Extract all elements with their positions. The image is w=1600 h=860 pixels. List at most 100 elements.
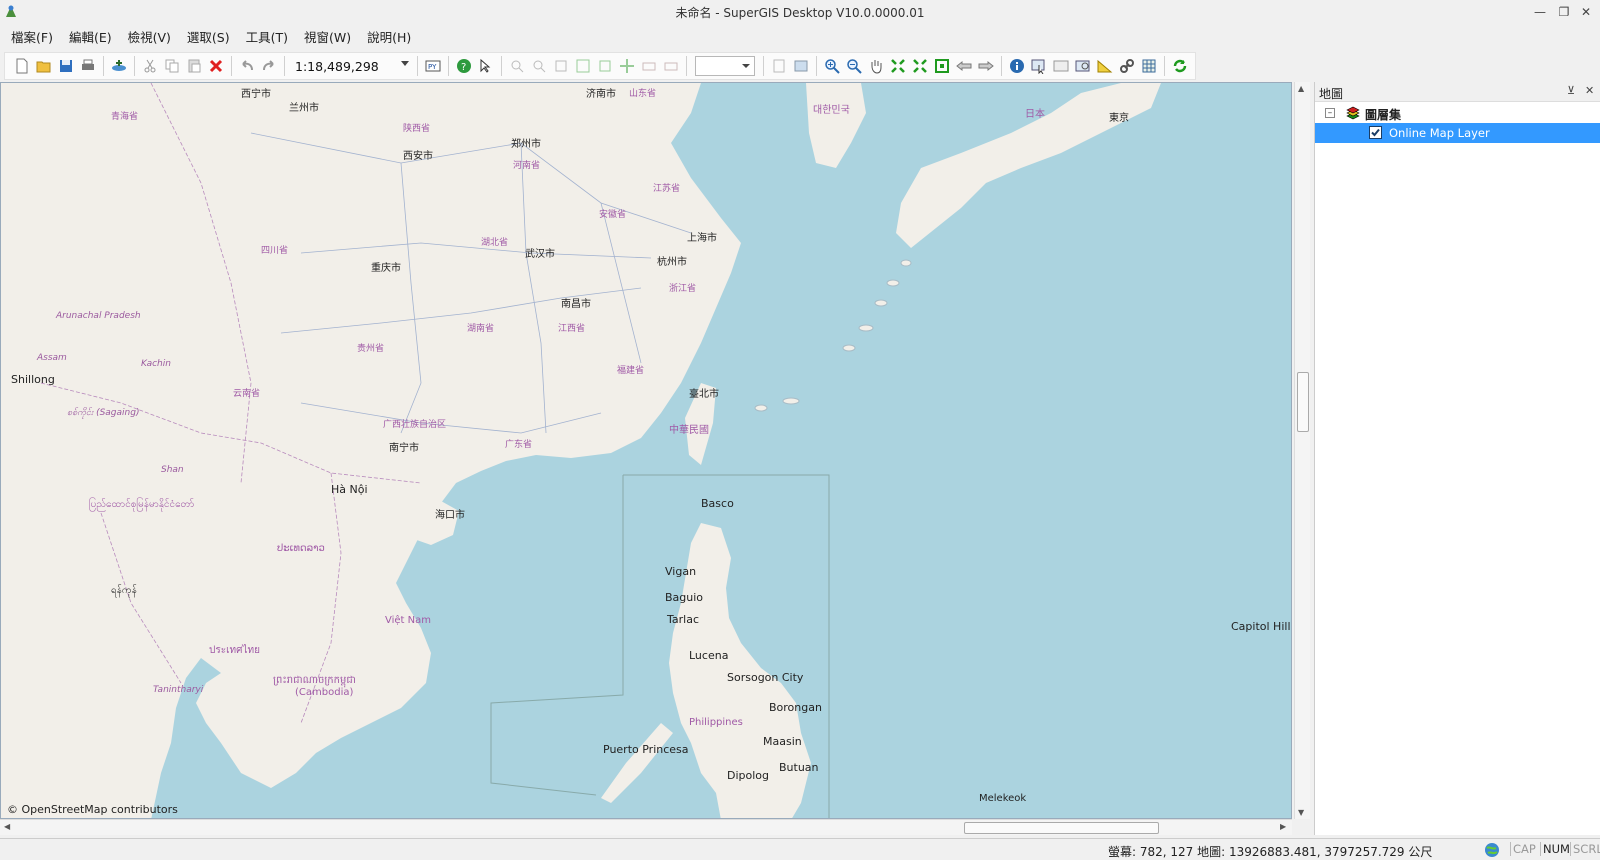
map-label-city: Maasin — [763, 735, 802, 748]
map-label-city: 西宁市 — [241, 89, 271, 100]
whats-this-button[interactable] — [475, 55, 497, 77]
close-panel-icon[interactable]: ✕ — [1585, 84, 1594, 97]
map-label-country: ព្រះរាជាណាចក្រកម្ពុជា — [273, 675, 356, 686]
fixed-zoom-out-button[interactable] — [528, 55, 550, 77]
python-button[interactable]: PY — [422, 55, 444, 77]
measure-button[interactable] — [1094, 55, 1116, 77]
layer-group-row[interactable]: – 圖層集 — [1315, 103, 1600, 123]
full-extent-disabled-button[interactable] — [594, 55, 616, 77]
help-button[interactable]: ? — [453, 55, 475, 77]
redo-button[interactable] — [258, 55, 280, 77]
zoom-to-selection-button[interactable] — [572, 55, 594, 77]
map-horizontal-scrollbar[interactable]: ◀ ▶ — [0, 819, 1292, 835]
map-label-country: ປະເທດລາວ — [277, 543, 325, 554]
previous-extent-button[interactable] — [953, 55, 975, 77]
pan-button[interactable] — [865, 55, 887, 77]
next-extent-button[interactable] — [975, 55, 997, 77]
cut-button[interactable] — [139, 55, 161, 77]
scroll-thumb[interactable] — [964, 822, 1159, 834]
ruler-icon — [1097, 59, 1113, 73]
layer-row-online-map[interactable]: Online Map Layer — [1315, 123, 1600, 143]
scroll-thumb[interactable] — [1297, 372, 1309, 432]
menu-tools[interactable]: 工具(T) — [241, 25, 293, 47]
chevron-down-icon — [742, 64, 750, 68]
link-button[interactable] — [1116, 55, 1138, 77]
zoom-in-button[interactable] — [821, 55, 843, 77]
hyperlink-button[interactable] — [1072, 55, 1094, 77]
collapse-icon[interactable]: – — [1325, 108, 1335, 118]
copy-button[interactable] — [161, 55, 183, 77]
undo-button[interactable] — [236, 55, 258, 77]
zoom-out-disabled-icon — [533, 60, 546, 73]
restore-icon[interactable]: ❐ — [1556, 4, 1572, 20]
next-extent-disabled-button[interactable] — [660, 55, 682, 77]
redo-icon — [263, 60, 274, 71]
chevron-down-icon — [401, 61, 409, 66]
layer-visibility-checkbox[interactable] — [1369, 126, 1382, 139]
minimize-icon[interactable]: — — [1532, 4, 1548, 20]
refresh-button[interactable] — [1169, 55, 1191, 77]
new-document-button[interactable] — [11, 55, 33, 77]
layout-button[interactable] — [790, 55, 812, 77]
title-bar: 未命名 - SuperGIS Desktop V10.0.0000.01 — ❐… — [0, 0, 1600, 24]
map-label-region: Assam — [37, 353, 67, 363]
map-scale-combo[interactable]: 1:18,489,298 — [289, 55, 413, 77]
clear-selection-icon — [1053, 60, 1069, 72]
zoom-out-button[interactable] — [843, 55, 865, 77]
clear-selection-button[interactable] — [1050, 55, 1072, 77]
menu-edit[interactable]: 編輯(E) — [64, 25, 117, 47]
paste-button[interactable] — [183, 55, 205, 77]
save-button[interactable] — [55, 55, 77, 77]
svg-text:PY: PY — [428, 63, 437, 71]
open-button[interactable] — [33, 55, 55, 77]
hand-icon — [871, 60, 882, 74]
zoom-layer-disabled-icon — [555, 60, 567, 72]
map-label-city: 上海市 — [687, 233, 717, 244]
map-label-province: 云南省 — [233, 389, 261, 399]
folder-icon — [36, 61, 51, 73]
map-label-city: Hà Nội — [331, 483, 368, 496]
pan-disabled-button[interactable] — [616, 55, 638, 77]
scroll-down-icon[interactable]: ▼ — [1298, 808, 1304, 817]
map-label-city: ရန်ကုန် — [111, 585, 137, 596]
full-extent-button[interactable] — [887, 55, 909, 77]
print-button[interactable] — [77, 55, 99, 77]
forward-disabled-icon — [664, 62, 678, 71]
paste-icon — [188, 59, 201, 73]
menu-view[interactable]: 檢視(V) — [123, 25, 176, 47]
status-bar: 螢幕: 782, 127 地圖: 13926883.481, 3797257.7… — [0, 838, 1600, 860]
zoom-to-layer-button[interactable] — [550, 55, 572, 77]
map-label-city: 兰州市 — [289, 103, 319, 114]
layer-combo[interactable] — [695, 56, 755, 76]
map-label-city: Tarlac — [667, 613, 700, 626]
menu-select[interactable]: 選取(S) — [182, 25, 235, 47]
scroll-right-icon[interactable]: ▶ — [1280, 822, 1286, 831]
select-features-button[interactable] — [1028, 55, 1050, 77]
map-label-province: 湖南省 — [467, 324, 495, 334]
zoom-to-extent-button[interactable] — [931, 55, 953, 77]
menu-file[interactable]: 檔案(F) — [6, 25, 58, 47]
scroll-left-icon[interactable]: ◀ — [4, 822, 10, 831]
previous-extent-disabled-button[interactable] — [638, 55, 660, 77]
table-button[interactable] — [768, 55, 790, 77]
toolbar-separator — [816, 56, 817, 76]
scroll-up-icon[interactable]: ▲ — [1298, 84, 1304, 93]
layout-icon — [794, 60, 808, 72]
map-label-province: 安徽省 — [599, 210, 627, 220]
grid-button[interactable] — [1138, 55, 1160, 77]
close-icon[interactable]: ✕ — [1578, 4, 1594, 20]
map-label-city: 济南市 — [586, 89, 616, 100]
identify-button[interactable] — [1006, 55, 1028, 77]
map-view[interactable]: 西宁市 兰州市 济南市 山东省 青海省 陕西省 郑州市 西安市 河南省 江苏省 … — [0, 82, 1292, 819]
fixed-zoom-in-button[interactable] — [506, 55, 528, 77]
save-icon — [60, 60, 72, 72]
zoom-to-full-button[interactable] — [909, 55, 931, 77]
delete-button[interactable] — [205, 55, 227, 77]
add-data-button[interactable] — [108, 55, 130, 77]
toolbar-separator — [134, 56, 135, 76]
menu-help[interactable]: 說明(H) — [362, 25, 416, 47]
map-vertical-scrollbar[interactable]: ▲ ▼ — [1294, 82, 1310, 819]
new-document-icon — [16, 58, 28, 74]
pin-icon[interactable]: ⊻ — [1567, 84, 1575, 97]
menu-window[interactable]: 視窗(W) — [299, 25, 356, 47]
